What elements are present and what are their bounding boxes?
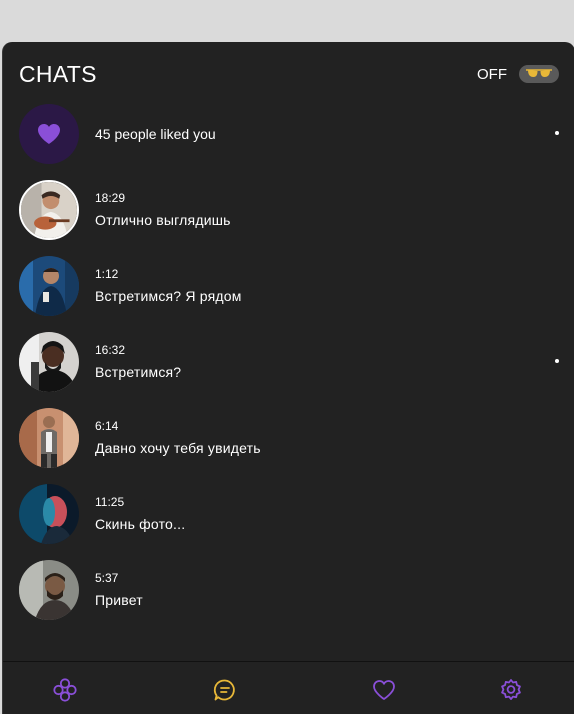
chat-message: Отлично выглядишь <box>95 212 231 228</box>
nav-likes[interactable] <box>370 676 398 704</box>
avatar-photo <box>19 560 79 620</box>
flower-icon <box>53 678 77 702</box>
avatar <box>19 560 79 620</box>
bottom-navigation <box>3 661 574 714</box>
avatar <box>19 256 79 316</box>
nav-settings[interactable] <box>497 676 525 704</box>
chat-message: Встретимся? <box>95 364 182 380</box>
chat-message: Привет <box>95 592 143 608</box>
gear-icon <box>501 679 521 700</box>
avatar-photo <box>19 408 79 468</box>
chat-time: 6:14 <box>95 419 119 433</box>
chat-item[interactable]: 16:32 Встретимся? <box>3 332 574 408</box>
heart-icon <box>38 124 60 144</box>
chat-message: Давно хочу тебя увидеть <box>95 440 261 456</box>
chats-panel: CHATS OFF 45 people liked you 18:29 Отли… <box>2 42 574 714</box>
glasses-icon <box>526 69 552 77</box>
likes-count-text: 45 people liked you <box>95 126 216 142</box>
incognito-status-label: OFF <box>477 66 507 83</box>
chat-time: 18:29 <box>95 191 126 205</box>
chat-item[interactable]: 6:14 Давно хочу тебя увидеть <box>3 408 574 484</box>
chat-item[interactable]: 18:29 Отлично выглядишь <box>3 180 574 256</box>
chat-message: Встретимся? Я рядом <box>95 288 242 304</box>
avatar <box>19 332 79 392</box>
unread-dot <box>555 359 559 363</box>
unread-dot <box>555 131 559 135</box>
incognito-toggle[interactable] <box>519 65 559 83</box>
avatar <box>19 408 79 468</box>
chat-time: 11:25 <box>95 495 125 509</box>
likes-row[interactable]: 45 people liked you <box>3 104 574 180</box>
avatar-photo <box>21 182 77 238</box>
chat-time: 5:37 <box>95 571 119 585</box>
chat-item[interactable]: 11:25 Скинь фото... <box>3 484 574 560</box>
avatar-photo <box>19 256 79 316</box>
avatar <box>19 484 79 544</box>
chat-time: 16:32 <box>95 343 126 357</box>
avatar <box>19 180 79 240</box>
header: CHATS OFF <box>3 42 574 104</box>
chat-bubble-icon <box>213 679 235 701</box>
likes-avatar <box>19 104 79 164</box>
avatar-photo <box>19 332 79 392</box>
nav-discover[interactable] <box>51 676 79 704</box>
avatar-photo <box>19 484 79 544</box>
chat-item[interactable]: 1:12 Встретимся? Я рядом <box>3 256 574 332</box>
chat-time: 1:12 <box>95 267 119 281</box>
page-title: CHATS <box>19 61 97 87</box>
chat-item[interactable]: 5:37 Привет <box>3 560 574 636</box>
chat-message: Скинь фото... <box>95 516 186 532</box>
heart-outline-icon <box>373 680 395 700</box>
nav-chats[interactable] <box>211 676 239 704</box>
